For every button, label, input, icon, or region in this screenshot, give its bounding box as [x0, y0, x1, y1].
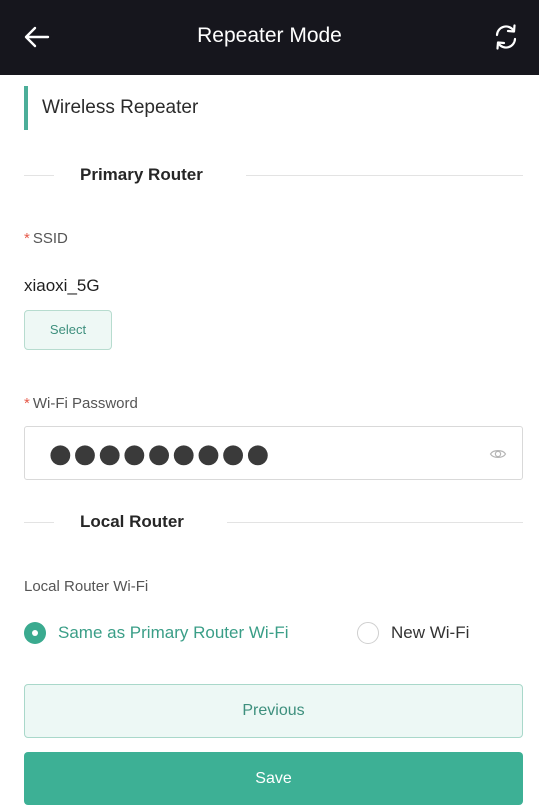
radio-label: New Wi-Fi — [391, 623, 470, 642]
password-label-text: Wi-Fi Password — [32, 395, 138, 412]
section-title: Wireless Repeater — [24, 86, 198, 130]
refresh-icon — [495, 24, 517, 50]
eye-icon[interactable] — [489, 445, 507, 463]
refresh-button[interactable] — [490, 21, 522, 53]
divider-left — [24, 175, 54, 176]
primary-router-heading: Primary Router — [80, 165, 203, 184]
divider-right — [227, 522, 523, 523]
radio-checked-icon — [24, 622, 46, 644]
divider-right — [246, 175, 523, 176]
local-router-heading: Local Router — [80, 512, 184, 531]
divider-left — [24, 522, 54, 523]
ssid-value: xiaoxi_5G — [24, 276, 100, 295]
radio-label: Same as Primary Router Wi-Fi — [58, 623, 289, 642]
password-mask: ●●●●●●●●● — [49, 439, 272, 469]
select-ssid-button[interactable]: Select — [24, 310, 112, 350]
page-title: Repeater Mode — [197, 24, 342, 47]
top-bar: Repeater Mode — [0, 0, 539, 75]
radio-new-wifi[interactable]: New Wi-Fi — [357, 620, 469, 646]
password-label: * Wi-Fi Password — [24, 395, 138, 412]
save-button[interactable]: Save — [24, 752, 523, 805]
radio-same-as-primary[interactable]: Same as Primary Router Wi-Fi — [24, 620, 288, 646]
radio-unchecked-icon — [357, 622, 379, 644]
ssid-label-text: SSID — [32, 230, 68, 247]
previous-button[interactable]: Previous — [24, 684, 523, 738]
password-field[interactable]: ●●●●●●●●● — [24, 426, 523, 480]
required-mark: * — [24, 230, 30, 247]
local-wifi-label: Local Router Wi-Fi — [24, 578, 149, 595]
required-mark: * — [24, 395, 30, 412]
ssid-label: * SSID — [24, 230, 68, 247]
